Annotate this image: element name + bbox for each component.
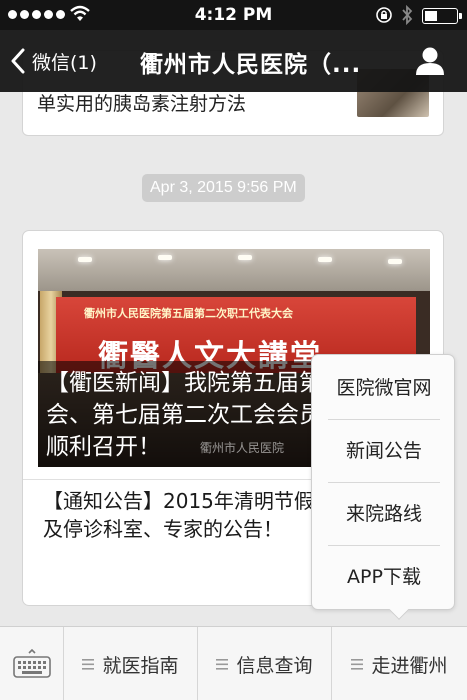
battery-icon — [422, 8, 462, 24]
keyboard-toggle-button[interactable] — [0, 627, 64, 700]
page-title: 衢州市人民医院（... — [140, 52, 362, 78]
tab-about-quzhou[interactable]: 走进衢州 — [332, 627, 467, 700]
navigation-bar: 微信(1) 衢州市人民医院（... — [0, 30, 467, 92]
menu-item-directions[interactable]: 来院路线 — [312, 483, 456, 545]
cover-watermark: 衢州市人民医院 — [200, 441, 285, 455]
status-time: 4:12 PM — [194, 5, 273, 25]
status-bar: 4:12 PM — [0, 0, 467, 30]
back-label: 微信(1) — [32, 51, 97, 74]
message-timestamp: Apr 3, 2015 9:56 PM — [142, 174, 305, 202]
bluetooth-icon — [402, 4, 413, 26]
profile-icon[interactable] — [414, 45, 446, 77]
menu-lines-icon — [351, 658, 364, 670]
tab-medical-guide[interactable]: 就医指南 — [64, 627, 198, 700]
menu-lines-icon — [216, 658, 229, 670]
chevron-left-icon — [11, 48, 25, 74]
tab-label: 就医指南 — [102, 654, 179, 677]
menu-item-app-download[interactable]: APP下载 — [312, 546, 456, 608]
tab-label: 走进衢州 — [371, 654, 448, 677]
keyboard-icon — [13, 649, 51, 678]
back-button[interactable]: 微信(1) — [10, 45, 97, 77]
menu-item-official-site[interactable]: 医院微官网 — [312, 357, 456, 419]
tab-info-query[interactable]: 信息查询 — [198, 627, 332, 700]
bottom-menu-bar: 就医指南 信息查询 走进衢州 — [0, 626, 467, 700]
rotation-lock-icon — [376, 7, 392, 23]
menu-lines-icon — [82, 658, 95, 670]
menu-item-news[interactable]: 新闻公告 — [312, 420, 456, 482]
submenu-popup: 医院微官网 新闻公告 来院路线 APP下载 — [311, 354, 456, 620]
previous-article-title: 单实用的胰岛素注射方法 — [37, 93, 247, 115]
tab-label: 信息查询 — [236, 654, 313, 677]
cover-banner-small-text: 衢州市人民医院第五届第二次职工代表大会 — [84, 307, 293, 320]
